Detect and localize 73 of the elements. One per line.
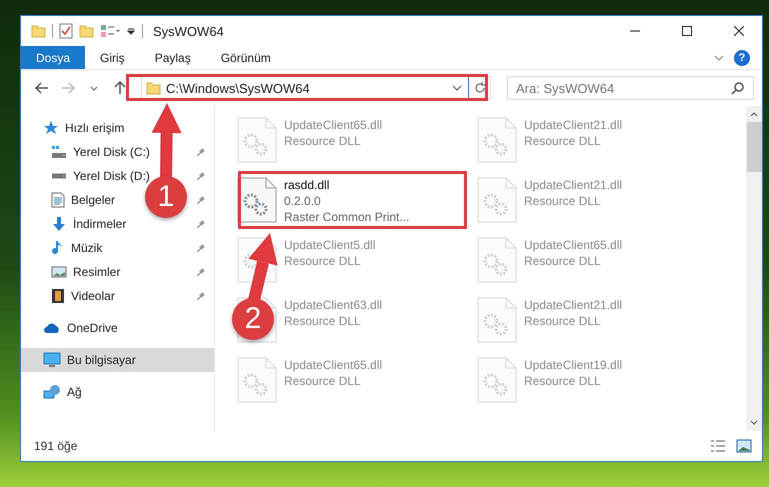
star-icon — [43, 120, 59, 136]
item-count: 191 öğe — [34, 439, 78, 453]
file-detail: Resource DLL — [524, 133, 602, 149]
folder-icon — [31, 24, 46, 38]
ribbon-tab[interactable]: Giriş — [85, 46, 140, 69]
dll-file-icon — [477, 237, 517, 283]
dll-file-icon — [477, 117, 517, 163]
file-detail: Resource DLL — [524, 313, 602, 329]
file-detail: Resource DLL — [284, 373, 362, 389]
file-detail: Resource DLL — [524, 373, 602, 389]
back-arrow-icon — [35, 82, 49, 94]
scroll-down-icon[interactable] — [750, 420, 758, 425]
refresh-icon — [474, 82, 486, 94]
dll-file-icon — [477, 357, 517, 403]
folder-icon — [146, 81, 161, 95]
dropdown-icon — [126, 26, 136, 36]
sidebar-item[interactable]: Ağ — [43, 384, 82, 400]
chevron-down-icon — [452, 85, 462, 91]
window-title: SysWOW64 — [153, 24, 225, 38]
maximize-icon — [682, 26, 692, 36]
file-detail: Resource DLL — [524, 253, 602, 269]
scrollbar-thumb[interactable] — [746, 122, 762, 172]
file-detail: Resource DLL — [284, 133, 362, 149]
film-icon — [51, 288, 65, 304]
search-field[interactable]: Ara: SysWOW64 — [507, 76, 754, 100]
file-detail: Resource DLL — [524, 193, 602, 209]
ribbon-tab[interactable]: Görünüm — [206, 46, 286, 69]
close-icon — [734, 26, 744, 36]
dll-file-icon — [237, 357, 277, 403]
forward-arrow-icon — [61, 82, 75, 94]
drive-icon — [51, 145, 67, 159]
file-name[interactable]: rasdd.dll — [284, 177, 410, 193]
sidebar-item[interactable]: Bu bilgisayar — [43, 352, 136, 368]
help-button[interactable]: ? — [734, 50, 750, 66]
folder-icon — [79, 24, 94, 38]
sidebar-item[interactable]: Hızlı erişim — [43, 120, 124, 136]
file-menu-tab[interactable]: Dosya — [21, 46, 86, 69]
file-detail: Resource DLL — [284, 253, 362, 269]
large-icons-view-icon — [736, 439, 752, 453]
sidebar-item[interactable]: Belgeler — [51, 192, 116, 208]
chevron-down-icon — [714, 54, 724, 60]
search-icon — [731, 81, 745, 95]
dll-file-icon — [237, 117, 277, 163]
file-detail: 0.2.0.0 — [284, 193, 322, 209]
sidebar-item[interactable]: İndirmeler — [51, 216, 126, 232]
document-icon — [51, 192, 65, 208]
checklist-icon — [59, 23, 73, 39]
minimize-icon — [630, 30, 640, 32]
ribbon-tab[interactable]: Paylaş — [140, 46, 206, 69]
monitor-icon — [43, 352, 61, 368]
sidebar-item[interactable]: Yerel Disk (C:) — [51, 145, 150, 159]
network-icon — [43, 384, 61, 400]
address-bar[interactable]: C:\Windows\SysWOW64 — [141, 76, 491, 100]
sidebar-item[interactable]: OneDrive — [43, 321, 118, 335]
details-view-icon — [710, 439, 726, 453]
scroll-up-icon[interactable] — [750, 112, 758, 117]
picture-icon — [51, 265, 67, 279]
arrow — [248, 233, 278, 302]
file-detail: Resource DLL — [284, 313, 362, 329]
dll-file-icon — [477, 177, 517, 223]
scrollbar[interactable] — [746, 106, 762, 431]
drive-icon — [51, 173, 67, 179]
sidebar-item[interactable]: Resimler — [51, 265, 120, 279]
chevron-down-icon — [90, 86, 98, 90]
download-arrow-icon — [51, 216, 67, 232]
sidebar-item[interactable]: Videolar — [51, 288, 115, 304]
file-detail: Raster Common Print... — [284, 209, 410, 225]
view-options-icon — [100, 24, 120, 38]
cloud-icon — [43, 322, 61, 334]
up-arrow-icon — [114, 81, 126, 95]
dll-file-icon — [477, 297, 517, 343]
dll-file-icon — [237, 177, 277, 223]
sidebar-item[interactable]: Müzik — [51, 240, 102, 256]
